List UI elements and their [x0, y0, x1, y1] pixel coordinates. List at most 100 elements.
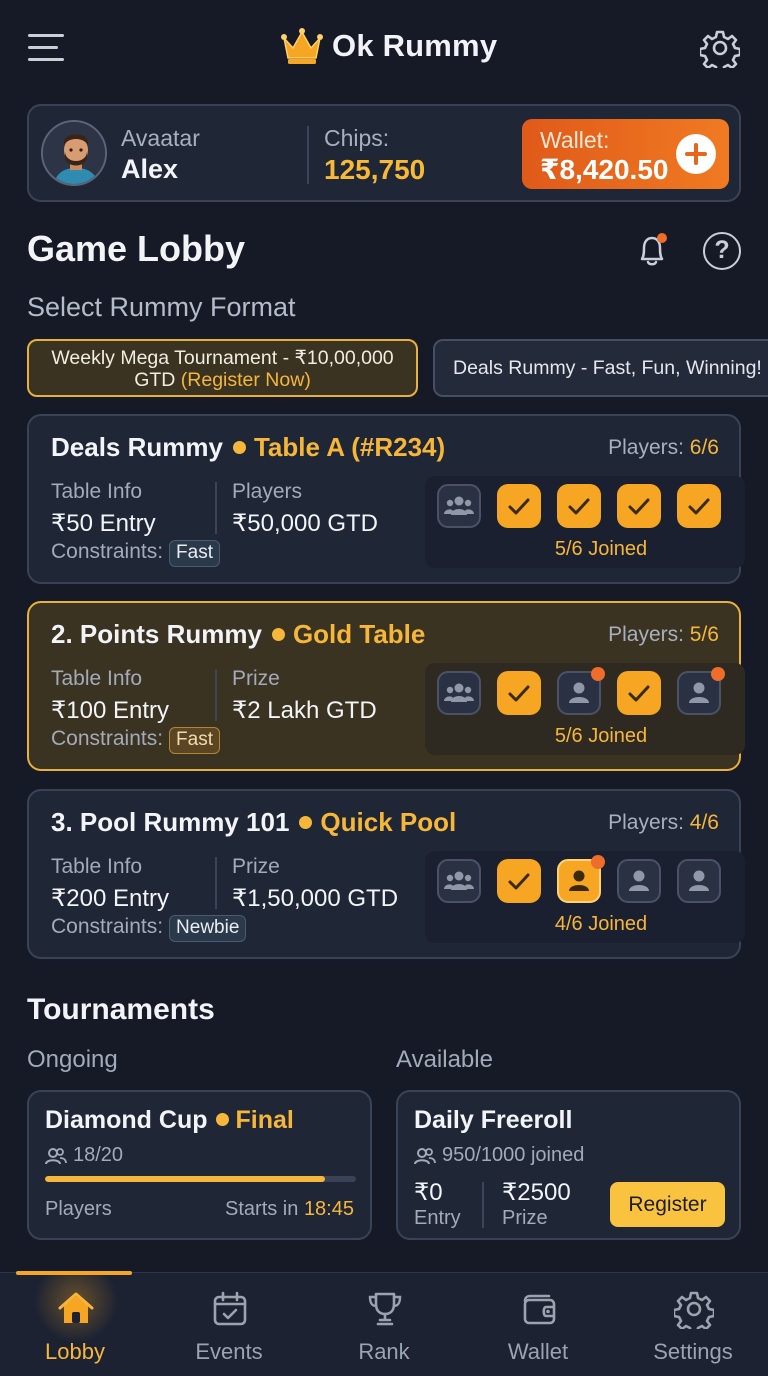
constraint-tag: Fast	[169, 727, 220, 754]
table-card[interactable]: 3. Pool Rummy 101 Quick Pool Players: 4/6 T…	[27, 789, 745, 959]
nav-label: Wallet	[507, 1339, 569, 1364]
check-icon[interactable]	[617, 484, 661, 528]
starts-in: Starts in 18:45	[225, 1198, 354, 1221]
divider	[307, 126, 309, 184]
wallet-button[interactable]: Wallet: ₹8,420.50	[522, 119, 729, 189]
nav-label: Rank	[358, 1339, 410, 1364]
status-dot	[271, 628, 285, 642]
add-funds-icon[interactable]	[676, 134, 716, 174]
user-icon[interactable]	[677, 667, 725, 715]
group-icon[interactable]	[437, 859, 481, 903]
group-icon[interactable]	[437, 671, 481, 715]
divider	[482, 1182, 484, 1228]
tournament-name: Daily Freeroll	[414, 1106, 573, 1134]
check-icon[interactable]	[617, 671, 661, 715]
entry-label: Entry	[414, 1207, 461, 1229]
nav-lobby[interactable]: Lobby	[0, 1273, 150, 1376]
users-icon	[414, 1147, 436, 1164]
notification-badge	[711, 667, 725, 681]
seat-panel: 4/6 Joined	[425, 851, 745, 943]
user-icon[interactable]	[557, 667, 605, 715]
table-name: 3. Pool Rummy 101	[51, 807, 290, 837]
promo-deals[interactable]: Deals Rummy - Fast, Fun, Winning!	[433, 339, 768, 397]
avatar[interactable]	[41, 120, 107, 186]
players-count: Players: 4/6	[608, 811, 719, 835]
constraints-label: Constraints:	[51, 727, 164, 750]
right-label: Prize	[232, 667, 280, 690]
check-icon[interactable]	[677, 484, 721, 528]
register-button[interactable]: Register	[610, 1182, 725, 1227]
status-dot	[215, 1113, 229, 1127]
user-icon[interactable]	[617, 859, 661, 903]
table-name: 2. Points Rummy	[51, 619, 262, 649]
players-value: 6/6	[689, 436, 719, 459]
check-icon[interactable]	[497, 484, 541, 528]
check-icon[interactable]	[497, 859, 541, 903]
section-heading: Select Rummy Format	[27, 292, 296, 322]
constraints-label: Constraints:	[51, 540, 164, 563]
constraints: Constraints: Fast	[51, 727, 220, 754]
table-name: Deals Rummy	[51, 432, 223, 462]
entry-value: ₹200 Entry	[51, 885, 169, 912]
home-icon	[58, 1292, 94, 1323]
wallet-icon	[523, 1294, 556, 1325]
nav-label: Lobby	[45, 1339, 105, 1364]
notification-badge	[591, 667, 605, 681]
right-label: Prize	[232, 855, 280, 878]
right-value: ₹1,50,000 GTD	[232, 885, 399, 912]
info-label: Table Info	[51, 480, 143, 503]
tournament-card-ongoing[interactable]: Diamond Cup Final 18/20 Players Starts in…	[27, 1090, 372, 1240]
available-label: Available	[396, 1046, 493, 1073]
tournament-count: 950/1000 joined	[414, 1144, 584, 1167]
user-icon[interactable]	[677, 859, 721, 903]
prize-value: ₹2500	[502, 1179, 571, 1206]
promo-cta[interactable]: (Register Now)	[181, 369, 311, 391]
nav-events[interactable]: Events	[154, 1273, 304, 1376]
promo-tournament[interactable]: Weekly Mega Tournament - ₹10,00,000 GTD …	[27, 339, 418, 397]
user-icon[interactable]	[557, 855, 605, 903]
menu-icon[interactable]	[26, 30, 66, 66]
tournament-title: Diamond Cup Final	[45, 1106, 294, 1135]
progress-fill	[45, 1176, 325, 1182]
constraint-tag: Fast	[169, 540, 220, 567]
crown-icon	[281, 28, 323, 64]
tournament-card-available[interactable]: Daily Freeroll 950/1000 joined ₹0 Entry …	[396, 1090, 741, 1240]
joined-value: 950/1000 joined	[442, 1144, 585, 1166]
brand: Ok Rummy	[280, 26, 497, 66]
group-icon[interactable]	[437, 484, 481, 528]
check-icon[interactable]	[497, 671, 541, 715]
help-icon[interactable]: ?	[703, 232, 741, 270]
players-label: Players	[45, 1198, 112, 1220]
tournaments-heading: Tournaments	[27, 993, 215, 1026]
seat-panel: 5/6 Joined	[425, 663, 745, 755]
page-title: Game Lobby	[27, 228, 246, 269]
players-value: 5/6	[689, 623, 719, 646]
gear-icon[interactable]	[700, 28, 740, 68]
constraints: Constraints: Fast	[51, 540, 220, 567]
players-label: Players:	[608, 811, 684, 834]
app-title: Ok Rummy	[332, 28, 498, 63]
table-subtitle: Table A (#R234)	[253, 432, 446, 462]
table-subtitle: Gold Table	[292, 619, 426, 649]
divider	[215, 857, 217, 909]
calendar-icon	[213, 1291, 247, 1326]
status-dot	[232, 441, 246, 455]
gear-icon	[674, 1291, 714, 1329]
wallet-label: Wallet:	[540, 127, 610, 153]
ongoing-label: Ongoing	[27, 1046, 118, 1073]
table-card[interactable]: Deals Rummy Table A (#R234) Players: 6/6 Ta…	[27, 414, 745, 584]
constraint-tag: Newbie	[169, 915, 247, 942]
entry-value: ₹100 Entry	[51, 697, 169, 724]
notification-badge	[591, 855, 605, 869]
count-value: 18/20	[73, 1144, 124, 1166]
nav-wallet[interactable]: Wallet	[463, 1273, 613, 1376]
bell-icon[interactable]	[632, 230, 672, 270]
profile-card: Avaatar Alex Chips: 125,750 Wallet: ₹8,4…	[27, 104, 741, 202]
nav-rank[interactable]: Rank	[309, 1273, 459, 1376]
tournament-count: 18/20	[45, 1144, 123, 1167]
check-icon[interactable]	[557, 484, 601, 528]
table-card[interactable]: 2. Points Rummy Gold Table Players: 5/6 Tab…	[27, 601, 745, 771]
nav-settings[interactable]: Settings	[618, 1273, 768, 1376]
entry-value: ₹0	[414, 1179, 443, 1206]
starts-label: Starts in	[225, 1198, 299, 1220]
